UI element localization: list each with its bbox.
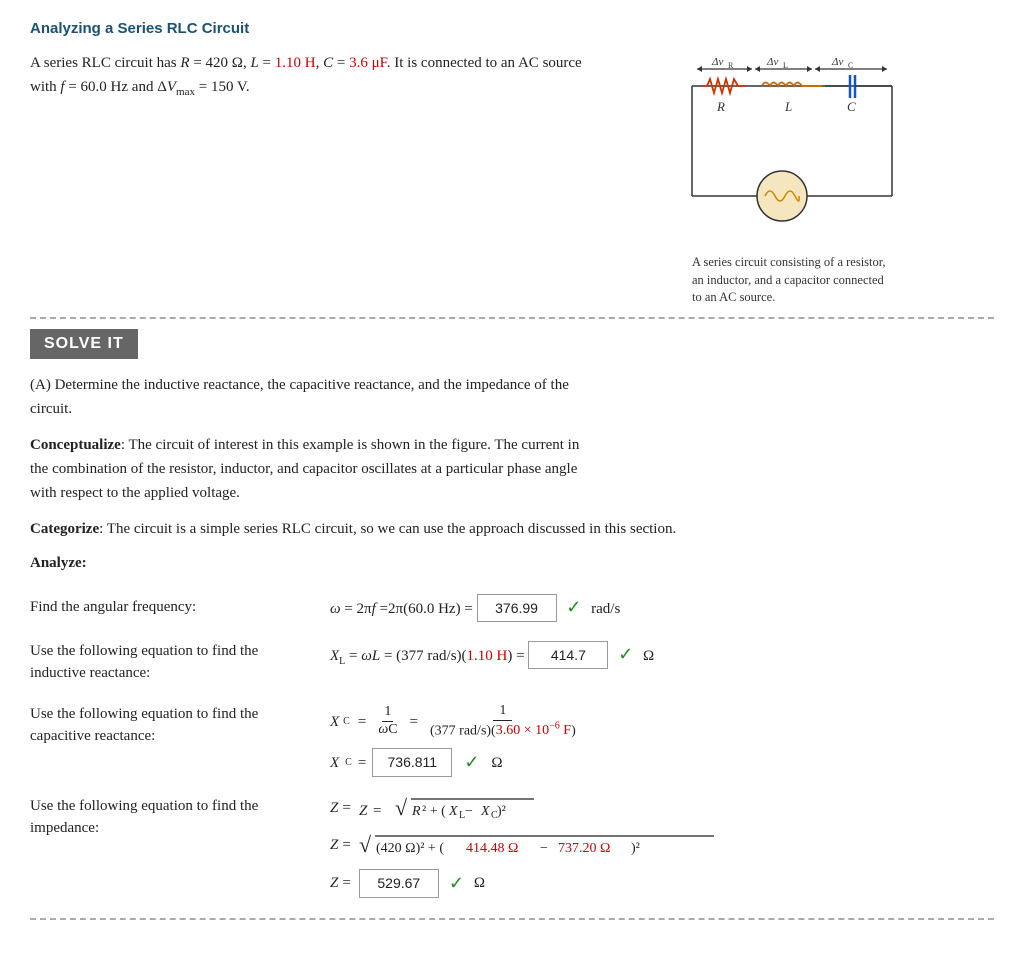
divider-top (30, 317, 994, 319)
capacitive-reactance-answer[interactable]: 736.811 (372, 748, 452, 776)
angular-freq-label: Find the angular frequency: (30, 596, 330, 619)
svg-text:C: C (847, 99, 856, 114)
conceptualize-text: Conceptualize: The circuit of interest i… (30, 433, 590, 505)
svg-text:√: √ (395, 795, 408, 820)
inductive-reactance-equation: XL = ωL = (377 rad/s)(1.10 H) = 414.7 ✓ … (330, 640, 994, 670)
intro-paragraph: A series RLC circuit has R = 420 Ω, L = … (30, 51, 590, 102)
svg-text:L: L (784, 99, 792, 114)
svg-text:414.48 Ω: 414.48 Ω (466, 841, 518, 856)
conceptualize-label: Conceptualize (30, 437, 121, 453)
categorize-text: Categorize: The circuit is a simple seri… (30, 517, 994, 541)
angular-freq-answer[interactable]: 376.99 (477, 594, 557, 622)
impedance-equation: Z = Z = √ R ² + ( X L − (330, 795, 994, 898)
capacitive-reactance-check: ✓ (464, 748, 479, 777)
svg-text:R: R (411, 804, 421, 819)
capacitive-reactance-label: Use the following equation to find theca… (30, 703, 330, 748)
page-title: Analyzing a Series RLC Circuit (30, 20, 994, 37)
svg-text:(420 Ω)² + (: (420 Ω)² + ( (376, 841, 444, 856)
capacitive-reactance-equation: XC = 1 ωC = 1 (377 rad/s)(3.60 × 10−6 F)… (330, 703, 994, 777)
svg-text:X: X (480, 804, 490, 819)
analyze-section: Analyze: Find the angular frequency: ω =… (30, 555, 994, 898)
impedance-row: Use the following equation to find theim… (30, 795, 994, 898)
angular-freq-unit: rad/s (591, 601, 620, 617)
inductive-reactance-check: ✓ (618, 644, 633, 664)
capacitive-reactance-row: Use the following equation to find theca… (30, 703, 994, 777)
svg-text:Δv: Δv (766, 56, 778, 68)
svg-text:−: − (540, 841, 548, 856)
svg-text:X: X (448, 804, 458, 819)
svg-text:² + (: ² + ( (422, 804, 446, 819)
solve-it-bar: SOLVE IT (30, 329, 138, 359)
svg-text:Z: Z (359, 803, 368, 819)
circuit-caption: A series circuit consisting of a resisto… (692, 254, 892, 307)
impedance-unit: Ω (474, 871, 485, 895)
inductive-reactance-answer[interactable]: 414.7 (528, 641, 608, 669)
angular-frequency-row: Find the angular frequency: ω = 2πf =2π(… (30, 593, 994, 622)
svg-text:C: C (848, 61, 853, 70)
inductive-reactance-label: Use the following equation to find thein… (30, 640, 330, 685)
svg-text:Δv: Δv (711, 56, 723, 68)
categorize-label: Categorize (30, 521, 99, 537)
svg-text:737.20 Ω: 737.20 Ω (558, 841, 610, 856)
divider-bottom (30, 918, 994, 920)
svg-text:R: R (728, 61, 734, 70)
part-a-label: (A) Determine the inductive reactance, t… (30, 373, 590, 421)
svg-text:)²: )² (631, 841, 640, 856)
impedance-check: ✓ (449, 869, 464, 898)
svg-text:R: R (716, 99, 725, 114)
angular-freq-check: ✓ (566, 597, 581, 617)
svg-text:Δv: Δv (831, 56, 843, 68)
inductive-reactance-row: Use the following equation to find thein… (30, 640, 994, 685)
svg-text:)²: )² (497, 804, 506, 819)
angular-freq-equation: ω = 2πf =2π(60.0 Hz) = 376.99 ✓ rad/s (330, 593, 994, 622)
svg-text:=: = (373, 803, 381, 819)
analyze-label: Analyze: (30, 555, 994, 572)
svg-text:L: L (783, 61, 788, 70)
svg-text:−: − (465, 804, 473, 819)
circuit-diagram: Δv R Δv L Δv C R (677, 51, 907, 236)
inductive-reactance-unit: Ω (643, 648, 654, 664)
impedance-answer[interactable]: 529.67 (359, 869, 439, 897)
capacitive-reactance-unit: Ω (491, 751, 502, 775)
svg-text:√: √ (359, 832, 372, 857)
impedance-label: Use the following equation to find theim… (30, 795, 330, 840)
